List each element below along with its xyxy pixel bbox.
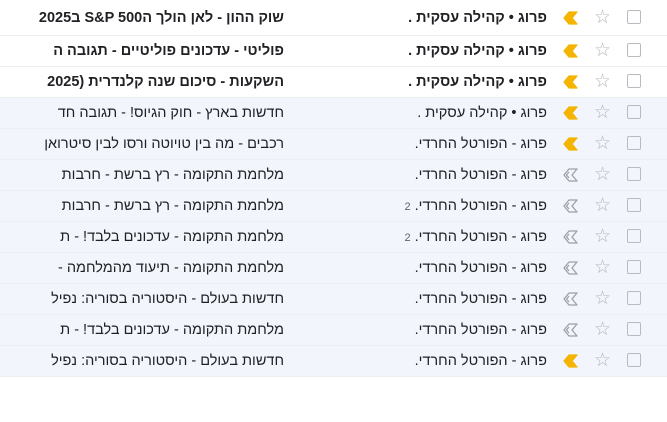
email-subject: מלחמת התקומה - עדכונים בלבד! - ת — [60, 322, 284, 338]
email-sender: פרוג - הפורטל החרדי. — [277, 260, 547, 276]
email-subject: מלחמת התקומה - עדכונים בלבד! - ת — [60, 229, 284, 245]
email-subject: פוליטי - עדכונים פוליטיים - תגובה ה — [53, 43, 284, 59]
email-row[interactable]: ☆ פרוג - הפורטל החרדי. מלחמת התקומה - רץ ב… — [0, 160, 667, 191]
sender-name: פרוג - הפורטל החרדי. — [414, 198, 547, 214]
checkbox-icon[interactable] — [627, 43, 641, 57]
checkbox-icon[interactable] — [627, 260, 641, 274]
star-icon[interactable]: ☆ — [594, 164, 611, 186]
checkbox-icon[interactable] — [627, 74, 641, 88]
email-subject: מלחמת התקומה - רץ ברשת - חרבות — [61, 198, 284, 214]
star-icon[interactable]: ☆ — [594, 133, 611, 155]
star-icon[interactable]: ☆ — [594, 350, 611, 372]
email-subject: שוק ההון - לאן הולך הS&P 500 ב2025 — [38, 9, 284, 26]
importance-marker-icon[interactable] — [561, 168, 579, 182]
email-row[interactable]: ☆ פרוג • קהילה עסקית . חדשות בארץ - חוק הג… — [0, 98, 667, 129]
importance-marker-icon[interactable] — [561, 230, 579, 244]
star-icon[interactable]: ☆ — [594, 319, 611, 341]
checkbox-icon[interactable] — [627, 229, 641, 243]
sender-name: פרוג - הפורטל החרדי. — [414, 229, 547, 245]
email-subject: השקעות - סיכום שנה קלנדרית (2025 — [47, 74, 284, 90]
email-row[interactable]: ☆ פרוג - הפורטל החרדי.2 מלחמת התקומה - רץ … — [0, 191, 667, 222]
email-sender: פרוג • קהילה עסקית . — [277, 74, 547, 90]
email-row[interactable]: ☆ פרוג - הפורטל החרדי. מלחמת התקומה - תיעו… — [0, 253, 667, 284]
star-icon[interactable]: ☆ — [594, 257, 611, 279]
star-icon[interactable]: ☆ — [594, 71, 611, 93]
checkbox-icon[interactable] — [627, 136, 641, 150]
email-sender: פרוג - הפורטל החרדי.2 — [277, 229, 547, 245]
star-icon[interactable]: ☆ — [594, 40, 611, 62]
sender-name: פרוג • קהילה עסקית . — [408, 74, 547, 90]
email-row[interactable]: ☆ פרוג - הפורטל החרדי. חדשות בעולם - היסטו… — [0, 346, 667, 377]
email-subject: מלחמת התקומה - תיעוד מהמלחמה - — [57, 260, 284, 276]
email-row[interactable]: ☆ פרוג • קהילה עסקית . פוליטי - עדכונים פו… — [0, 36, 667, 67]
email-sender: פרוג - הפורטל החרדי. — [277, 353, 547, 369]
sender-name: פרוג - הפורטל החרדי. — [414, 322, 547, 338]
email-sender: פרוג • קהילה עסקית . — [277, 43, 547, 59]
sender-name: פרוג - הפורטל החרדי. — [414, 167, 547, 183]
email-row[interactable]: ☆ פרוג • קהילה עסקית . שוק ההון - לאן הולך… — [0, 0, 667, 36]
importance-marker-icon[interactable] — [561, 199, 579, 213]
email-subject: חדשות בעולם - היסטוריה בסוריה: נפיל — [51, 353, 284, 369]
checkbox-icon[interactable] — [627, 322, 641, 336]
checkbox-icon[interactable] — [627, 353, 641, 367]
importance-marker-icon[interactable] — [561, 75, 579, 89]
importance-marker-icon[interactable] — [561, 292, 579, 306]
star-icon[interactable]: ☆ — [594, 226, 611, 248]
importance-marker-icon[interactable] — [561, 354, 579, 368]
sender-name: פרוג - הפורטל החרדי. — [414, 353, 547, 369]
checkbox-icon[interactable] — [627, 198, 641, 212]
email-row[interactable]: ☆ פרוג - הפורטל החרדי.2 מלחמת התקומה - עדכ… — [0, 222, 667, 253]
email-row[interactable]: ☆ פרוג • קהילה עסקית . השקעות - סיכום שנה … — [0, 67, 667, 98]
email-sender: פרוג - הפורטל החרדי.2 — [277, 198, 547, 214]
star-icon[interactable]: ☆ — [594, 288, 611, 310]
importance-marker-icon[interactable] — [561, 137, 579, 151]
star-icon[interactable]: ☆ — [594, 195, 611, 217]
importance-marker-icon[interactable] — [561, 10, 579, 25]
importance-marker-icon[interactable] — [561, 323, 579, 337]
importance-marker-icon[interactable] — [561, 106, 579, 120]
sender-name: פרוג - הפורטל החרדי. — [414, 136, 547, 152]
email-subject: חדשות בעולם - היסטוריה בסוריה: נפיל — [51, 291, 284, 307]
email-sender: פרוג • קהילה עסקית . — [277, 105, 547, 121]
sender-name: פרוג - הפורטל החרדי. — [414, 291, 547, 307]
sender-name: פרוג - הפורטל החרדי. — [414, 260, 547, 276]
email-list: ☆ פרוג • קהילה עסקית . שוק ההון - לאן הולך… — [0, 0, 667, 377]
checkbox-icon[interactable] — [627, 105, 641, 119]
email-sender: פרוג - הפורטל החרדי. — [277, 167, 547, 183]
importance-marker-icon[interactable] — [561, 261, 579, 275]
thread-count: 2 — [404, 232, 411, 244]
email-sender: פרוג - הפורטל החרדי. — [277, 291, 547, 307]
email-row[interactable]: ☆ פרוג - הפורטל החרדי. חדשות בעולם - היסטו… — [0, 284, 667, 315]
thread-count: 2 — [404, 201, 411, 213]
sender-name: פרוג • קהילה עסקית . — [408, 43, 547, 59]
email-subject: מלחמת התקומה - רץ ברשת - חרבות — [61, 167, 284, 183]
checkbox-icon[interactable] — [627, 291, 641, 305]
email-subject: רכבים - מה בין טויוטה ורסו לבין סיטרואן — [44, 136, 284, 152]
email-sender: פרוג - הפורטל החרדי. — [277, 322, 547, 338]
star-icon[interactable]: ☆ — [594, 102, 611, 124]
sender-name: פרוג • קהילה עסקית . — [417, 105, 547, 121]
checkbox-icon[interactable] — [627, 167, 641, 181]
email-row[interactable]: ☆ פרוג - הפורטל החרדי. רכבים - מה בין טויו… — [0, 129, 667, 160]
checkbox-icon[interactable] — [627, 9, 641, 24]
email-row[interactable]: ☆ פרוג - הפורטל החרדי. מלחמת התקומה - עדכו… — [0, 315, 667, 346]
sender-name: פרוג • קהילה עסקית . — [408, 9, 547, 26]
email-subject: חדשות בארץ - חוק הגיוס! - תגובה חד — [57, 105, 284, 121]
star-icon[interactable]: ☆ — [594, 7, 611, 29]
email-sender: פרוג - הפורטל החרדי. — [277, 136, 547, 152]
email-sender: פרוג • קהילה עסקית . — [277, 10, 547, 26]
importance-marker-icon[interactable] — [561, 44, 579, 58]
